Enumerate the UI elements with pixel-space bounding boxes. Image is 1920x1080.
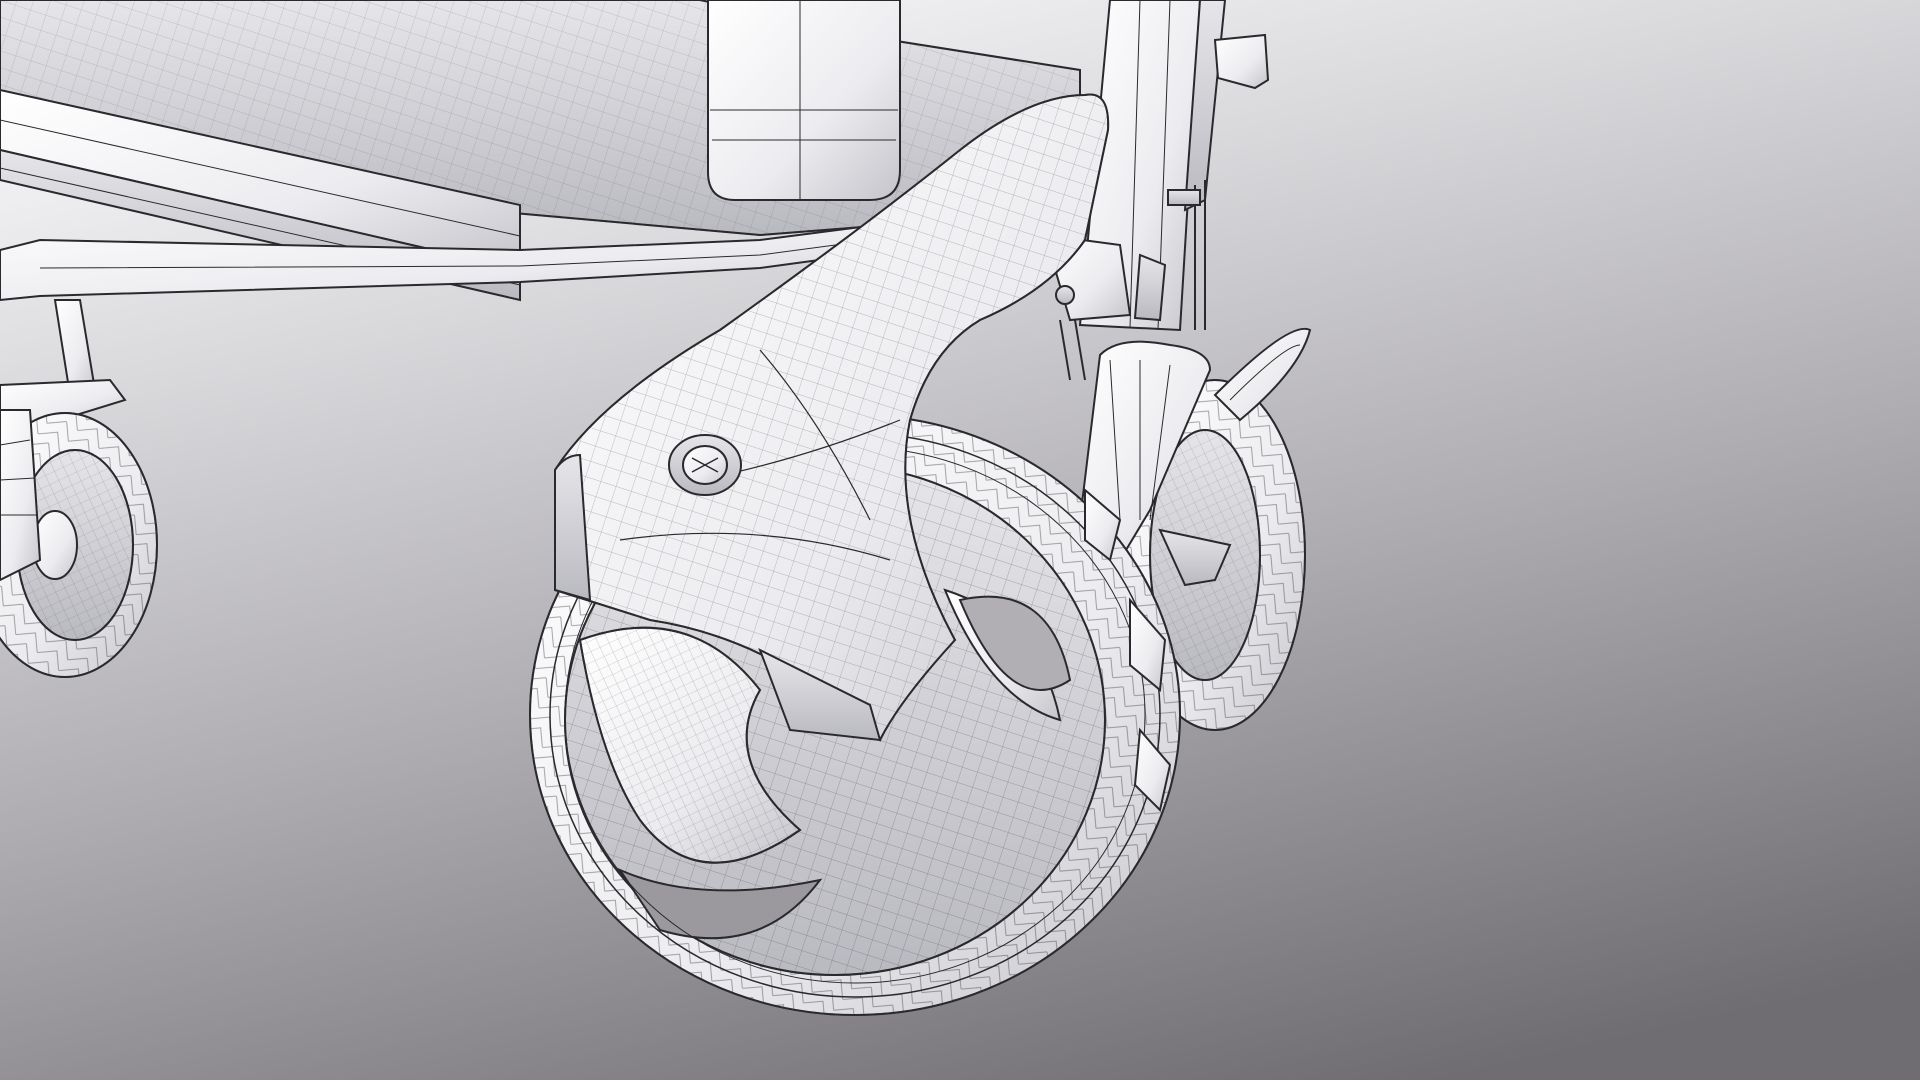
wireframe-render	[0, 0, 1920, 1080]
render-viewport	[0, 0, 1920, 1080]
